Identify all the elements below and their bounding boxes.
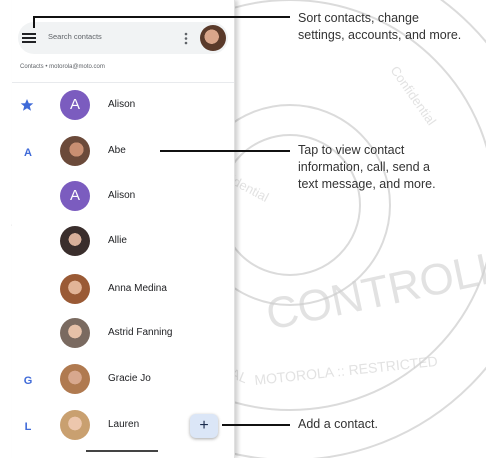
- svg-text:MOTOROLA :: RESTRICTED: MOTOROLA :: RESTRICTED: [254, 353, 439, 388]
- contact-row-anna-medina[interactable]: Anna Medina: [12, 272, 234, 312]
- callout-line: information, call, send a: [298, 160, 431, 174]
- contact-name: Astrid Fanning: [108, 327, 173, 338]
- avatar-letter: A: [60, 181, 90, 211]
- menu-icon[interactable]: [22, 33, 36, 43]
- contact-row-allie[interactable]: Allie: [12, 224, 234, 264]
- contact-name: Lauren: [108, 419, 140, 430]
- contact-row-alison[interactable]: A Alison: [12, 179, 234, 219]
- avatar-photo: [60, 226, 90, 256]
- contact-callout: Tap to view contact information, call, s…: [298, 142, 436, 193]
- more-options-icon[interactable]: [184, 32, 188, 45]
- callout-line: text message, and more.: [298, 177, 436, 191]
- star-icon: [20, 99, 34, 111]
- avatar-letter: A: [60, 90, 90, 120]
- avatar-photo: [60, 136, 90, 166]
- account-avatar[interactable]: [200, 25, 226, 51]
- menu-callout-line-drop: [33, 16, 35, 28]
- callout-line: Sort contacts, change: [298, 11, 419, 25]
- avatar-photo: [60, 410, 90, 440]
- svg-text:CONTROLLED: CONTROLLED: [262, 229, 486, 339]
- menu-callout-line: [34, 16, 290, 18]
- callout-line: settings, accounts, and more.: [298, 28, 462, 42]
- callout-line: Add a contact.: [298, 417, 378, 431]
- callout-line: Tap to view contact: [298, 143, 405, 157]
- home-indicator: [86, 450, 158, 452]
- add-callout: Add a contact.: [298, 416, 378, 433]
- search-bar[interactable]: Search contacts: [18, 22, 228, 54]
- contact-name: Alison: [108, 99, 136, 110]
- contact-name: Anna Medina: [108, 283, 167, 294]
- add-contact-button[interactable]: +: [190, 414, 218, 438]
- contact-name: Gracie Jo: [108, 373, 151, 384]
- contact-name: Abe: [108, 145, 126, 156]
- contact-row-gracie-jo[interactable]: G Gracie Jo: [12, 362, 234, 402]
- contact-name: Allie: [108, 235, 127, 246]
- divider: [12, 82, 234, 83]
- avatar-photo: [60, 318, 90, 348]
- section-letter: L: [24, 421, 32, 433]
- contact-row-abe[interactable]: A Abe: [12, 134, 234, 174]
- avatar-photo: [60, 274, 90, 304]
- contact-callout-line: [160, 150, 290, 152]
- contact-row-astrid-fanning[interactable]: Astrid Fanning: [12, 316, 234, 356]
- contact-name: Alison: [108, 190, 136, 201]
- add-callout-line: [222, 424, 290, 426]
- avatar-photo: [60, 364, 90, 394]
- svg-text:Confidential: Confidential: [388, 63, 440, 128]
- menu-callout: Sort contacts, change settings, accounts…: [298, 10, 461, 44]
- account-label: Contacts • motorola@moto.com: [20, 64, 105, 70]
- search-input[interactable]: Search contacts: [48, 32, 102, 41]
- contacts-screen: Search contacts Contacts • motorola@moto…: [12, 0, 235, 458]
- section-letter: G: [23, 375, 33, 387]
- plus-icon: +: [199, 417, 209, 434]
- contact-row-alison-favorite[interactable]: A Alison: [12, 88, 234, 128]
- section-letter: A: [24, 147, 32, 159]
